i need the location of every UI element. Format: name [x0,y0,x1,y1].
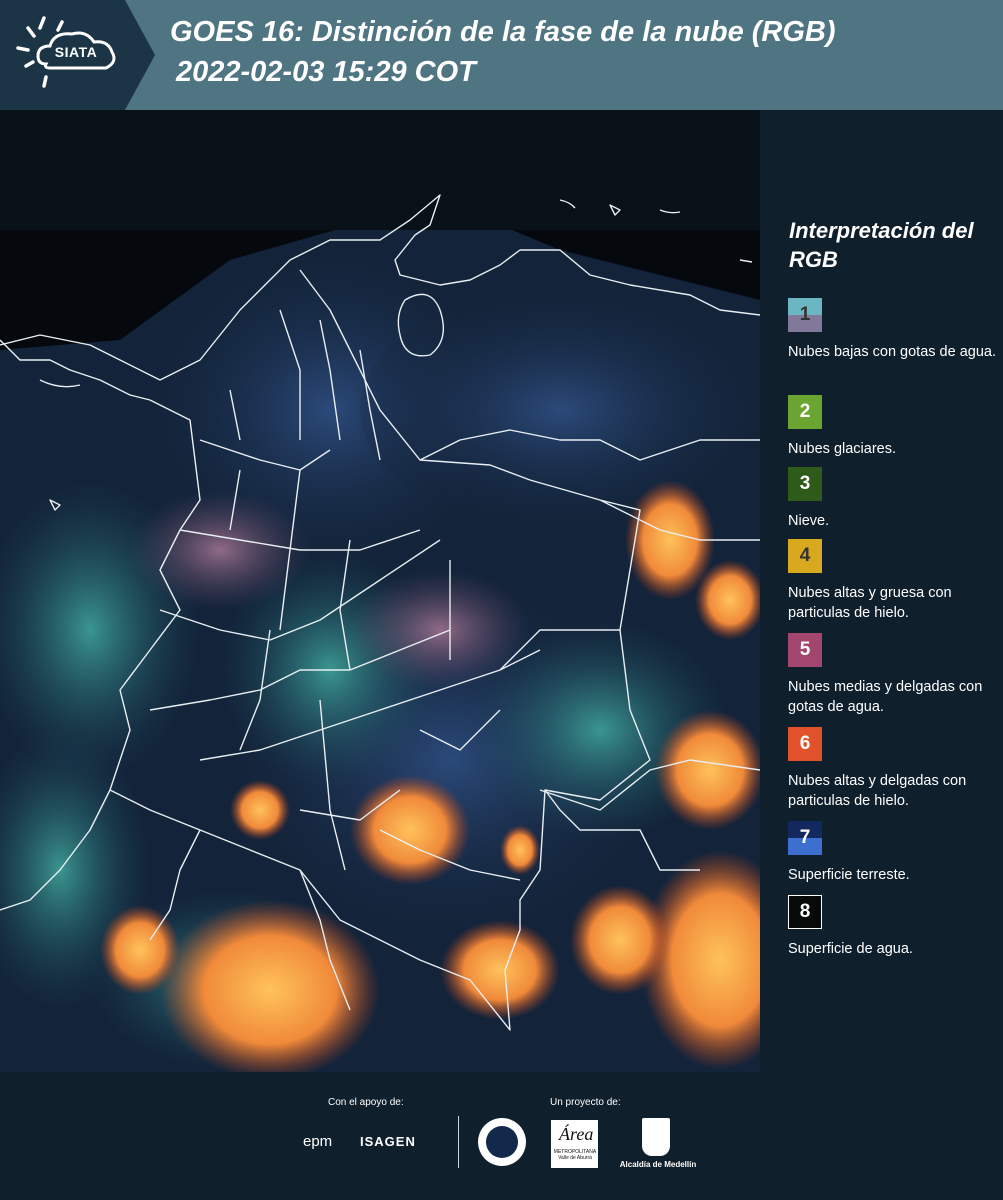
legend-panel: Interpretación del RGB 1 Nubes bajas con… [766,110,1003,1072]
header-bar: SIATA GOES 16: Distinción de la fase de … [0,0,1003,110]
medellin-shield-icon [642,1118,670,1156]
legend-label: Nubes bajas con gotas de agua. [788,344,996,360]
legend-item-5: 5 Nubes medias y delgadas con gotas de a… [788,633,998,717]
legend-item-8: 8 Superficie de agua. [788,895,998,959]
legend-swatch-1: 1 [788,298,822,332]
project-label: Un proyecto de: [550,1097,621,1108]
legend-label: Superficie de agua. [788,941,913,957]
legend-swatch-7: 7 [788,821,822,855]
legend-item-7: 7 Superficie terreste. [788,821,998,885]
alcaldia-label: Alcaldía de Medellín [619,1160,697,1169]
satellite-map [0,110,760,1072]
legend-label: Nubes altas y gruesa con particulas de h… [788,585,952,621]
area-metropolitana-logo: Área METROPOLITANA Valle de Aburrá [551,1120,598,1168]
legend-number: 7 [799,827,811,848]
seal-logo [478,1118,526,1166]
footer: Con el apoyo de: Un proyecto de: epm ISA… [0,1072,1003,1200]
legend-swatch-4: 4 [788,539,822,573]
legend-label: Nieve. [788,513,830,529]
epm-logo: epm [303,1133,333,1150]
legend-label: Superficie terreste. [788,867,910,883]
legend-item-4: 4 Nubes altas y gruesa con particulas de… [788,539,998,623]
isagen-logo: ISAGEN [360,1134,416,1149]
legend-swatch-8: 8 [788,895,822,929]
legend-item-1: 1 Nubes bajas con gotas de agua. [788,298,998,362]
siata-logo: SIATA [0,0,155,110]
legend-swatch-2: 2 [788,395,822,429]
legend-title: Interpretación del RGB [789,218,974,272]
siata-logo-text: SIATA [54,44,98,60]
legend-swatch-6: 6 [788,727,822,761]
legend-number: 1 [799,304,811,325]
legend-swatch-5: 5 [788,633,822,667]
page-title: GOES 16: Distinción de la fase de la nub… [170,16,836,48]
legend-label: Nubes altas y delgadas con particulas de… [788,773,967,809]
legend-swatch-3: 3 [788,467,822,501]
support-label: Con el apoyo de: [328,1097,404,1108]
legend-item-6: 6 Nubes altas y delgadas con particulas … [788,727,998,811]
legend-item-2: 2 Nubes glaciares. [788,395,998,459]
legend-item-3: 3 Nieve. [788,467,998,531]
legend-label: Nubes glaciares. [788,441,896,457]
page-timestamp: 2022-02-03 15:29 COT [176,56,476,88]
footer-divider [458,1116,459,1168]
legend-label: Nubes medias y delgadas con gotas de agu… [788,679,983,715]
